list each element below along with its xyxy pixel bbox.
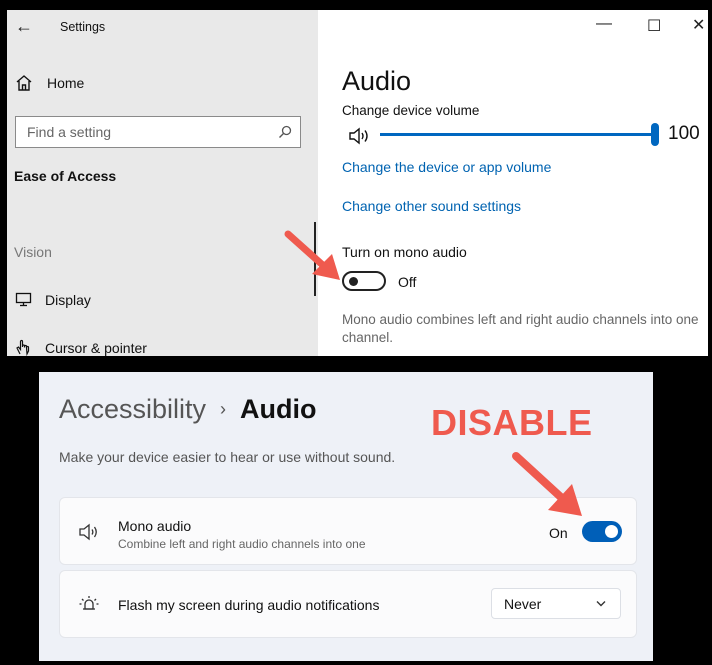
monitor-icon: [15, 292, 32, 307]
flash-screen-card: Flash my screen during audio notificatio…: [59, 570, 637, 638]
red-arrow-icon: [284, 230, 340, 280]
volume-value: 100: [668, 123, 700, 144]
mono-audio-state: On: [549, 525, 568, 541]
win10-sidebar: ← Settings Home Find a setting Ease of A…: [7, 10, 318, 356]
section-header-vision: Vision: [14, 244, 52, 260]
speaker-icon: [79, 523, 97, 541]
sidebar-item-label: Cursor & pointer: [45, 339, 147, 356]
sidebar-item-cursor-pointer[interactable]: Cursor & pointer: [15, 339, 147, 356]
volume-slider-track[interactable]: [380, 133, 658, 136]
search-icon: [279, 125, 292, 138]
speaker-icon: [349, 127, 368, 145]
mono-audio-title: Mono audio: [118, 518, 192, 534]
win10-content: — ☐ ✕ Audio Change device volume 100 Cha…: [318, 10, 708, 356]
search-input[interactable]: Find a setting: [15, 116, 301, 148]
dropdown-value: Never: [504, 596, 542, 612]
win10-settings-window: ← Settings Home Find a setting Ease of A…: [7, 10, 708, 356]
red-arrow-icon: [512, 452, 582, 516]
mono-audio-subtitle: Combine left and right audio channels in…: [118, 537, 366, 551]
page-title: Audio: [342, 66, 412, 96]
hand-pointer-icon: [16, 339, 30, 356]
app-title: Settings: [60, 20, 106, 34]
flash-screen-dropdown[interactable]: Never: [491, 588, 621, 619]
page-subtitle: Make your device easier to hear or use w…: [59, 449, 396, 465]
sidebar-item-display[interactable]: Display: [15, 291, 91, 308]
category-title: Ease of Access: [14, 168, 117, 184]
link-other-sound-settings[interactable]: Change other sound settings: [342, 198, 521, 214]
sidebar-item-label: Display: [45, 291, 91, 308]
back-arrow-icon[interactable]: ←: [15, 16, 33, 37]
chevron-right-icon: ›: [220, 399, 227, 419]
chevron-down-icon: [596, 601, 606, 607]
flash-bell-icon: [79, 596, 99, 610]
mono-audio-state: Off: [398, 274, 417, 290]
close-icon[interactable]: ✕: [692, 15, 705, 35]
home-nav-item[interactable]: Home: [15, 74, 84, 92]
volume-slider-thumb[interactable]: [651, 123, 659, 146]
search-placeholder: Find a setting: [27, 124, 112, 140]
mono-audio-toggle-on[interactable]: [582, 521, 622, 542]
mono-audio-label: Turn on mono audio: [342, 244, 467, 260]
volume-label: Change device volume: [342, 103, 480, 118]
flash-screen-title: Flash my screen during audio notificatio…: [118, 597, 380, 613]
toggle-knob: [605, 525, 618, 538]
disable-annotation: DISABLE: [431, 402, 593, 443]
mono-audio-description: Mono audio combines left and right audio…: [342, 312, 699, 345]
minimize-icon[interactable]: —: [596, 15, 612, 33]
home-label: Home: [47, 75, 85, 91]
home-icon: [16, 75, 32, 91]
maximize-icon[interactable]: ☐: [647, 16, 661, 36]
breadcrumb-current: Audio: [240, 394, 317, 424]
breadcrumb-parent[interactable]: Accessibility: [59, 394, 206, 425]
link-app-volume[interactable]: Change the device or app volume: [342, 159, 551, 175]
breadcrumb: Accessibility › Audio: [59, 394, 317, 425]
